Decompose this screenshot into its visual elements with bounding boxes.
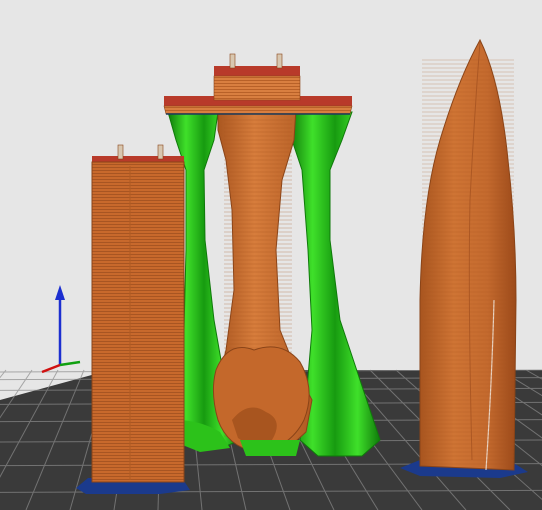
prism-peg-left <box>117 144 124 160</box>
peg-right <box>276 53 283 69</box>
crossbar-front <box>163 105 353 115</box>
axis-gizmo <box>41 285 81 374</box>
y-axis-icon <box>59 360 81 367</box>
slicer-scene[interactable] <box>0 0 542 510</box>
left-prism[interactable] <box>91 144 185 483</box>
right-pointed-tower[interactable] <box>419 38 517 471</box>
top-block-front <box>213 75 301 101</box>
prism-peg-right <box>157 144 164 160</box>
z-axis-arrow-icon <box>55 285 65 300</box>
top-block-top <box>214 66 300 76</box>
3d-viewport[interactable] <box>0 0 542 510</box>
peg-left <box>229 53 236 69</box>
